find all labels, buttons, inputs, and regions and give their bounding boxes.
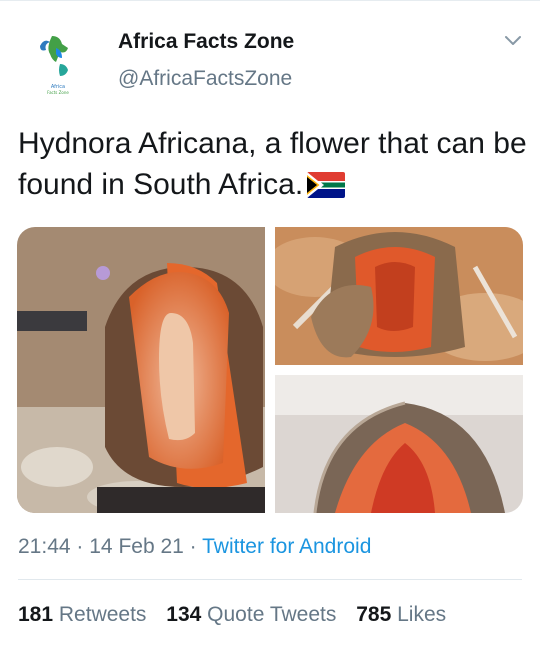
meta-separator: ·	[189, 535, 197, 558]
chevron-down-icon[interactable]	[500, 30, 526, 52]
tweet-source-link[interactable]: Twitter for Android	[202, 535, 371, 558]
photo-hydnora-sand[interactable]	[275, 227, 523, 365]
tweet-text: Hydnora Africana, a flower that can be f…	[18, 123, 528, 205]
stats-divider	[18, 579, 522, 580]
retweets-count: 181	[18, 603, 54, 626]
likes-stat[interactable]: 785 Likes	[356, 603, 446, 627]
top-divider	[0, 0, 540, 1]
retweets-label: Retweets	[58, 603, 147, 626]
quote-tweets-label: Quote Tweets	[207, 603, 337, 626]
quote-tweets-stat[interactable]: 134 Quote Tweets	[166, 603, 336, 627]
tweet-body: Hydnora Africana, a flower that can be f…	[18, 127, 527, 201]
africa-facts-zone-logo-icon: Africa Facts Zone	[18, 24, 98, 104]
likes-count: 785	[356, 603, 392, 626]
media-grid	[17, 227, 523, 513]
meta-separator: ·	[76, 535, 84, 558]
photo-hydnora-closeup[interactable]	[275, 375, 523, 513]
photo-hydnora-large[interactable]	[17, 227, 265, 513]
quote-tweets-count: 134	[166, 603, 202, 626]
retweets-stat[interactable]: 181 Retweets	[18, 603, 146, 627]
south-africa-flag-icon	[307, 172, 346, 198]
avatar[interactable]: Africa Facts Zone	[18, 24, 98, 104]
tweet-date: 14 Feb 21	[89, 535, 184, 558]
tweet-metadata: 21:44 · 14 Feb 21 · Twitter for Android	[18, 535, 371, 559]
author-name[interactable]: Africa Facts Zone	[118, 30, 294, 54]
engagement-stats: 181 Retweets 134 Quote Tweets 785 Likes	[18, 603, 460, 627]
tweet-time: 21:44	[18, 535, 71, 558]
svg-text:Facts Zone: Facts Zone	[47, 90, 69, 95]
likes-label: Likes	[397, 603, 447, 626]
author-handle[interactable]: @AfricaFactsZone	[118, 67, 292, 91]
